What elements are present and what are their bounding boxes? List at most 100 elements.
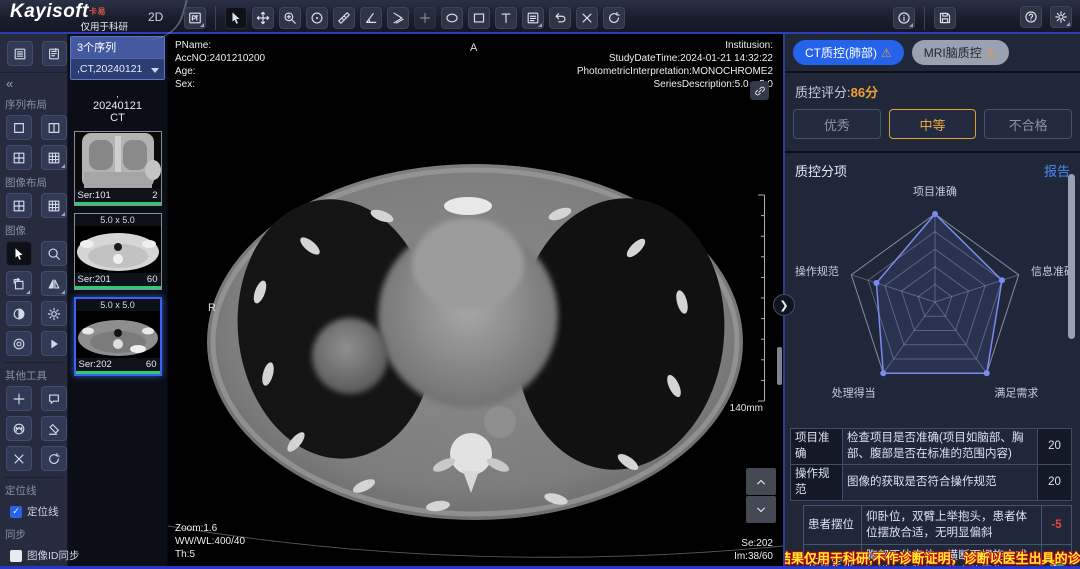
tool-2d-layout[interactable] (184, 7, 206, 29)
scale-ruler (756, 194, 766, 402)
layout-3x3-icon[interactable] (41, 145, 67, 170)
scroll-up-button[interactable] (746, 468, 776, 495)
checkbox-localizer[interactable]: ✓ 定位线 (0, 501, 67, 522)
settings-gear-button[interactable] (1050, 6, 1072, 28)
brightness-icon[interactable] (41, 301, 67, 326)
series-count: 3个序列 (71, 37, 164, 58)
scroll-down-button[interactable] (746, 496, 776, 523)
help-button[interactable] (1020, 6, 1042, 28)
load-progress-bar (76, 371, 160, 374)
play-icon[interactable] (41, 331, 67, 356)
reset-icon[interactable] (41, 446, 67, 471)
layout-1-icon[interactable] (6, 115, 32, 140)
tool-rectangle[interactable] (468, 7, 490, 29)
panel-expand-handle[interactable]: ❯ (773, 294, 795, 316)
rotate-icon[interactable] (6, 271, 32, 296)
overlay-zoom-window: Zoom:1.6 WW/WL:400/40 Th:5 (175, 522, 245, 561)
grade-buttons: 优秀 中等 不合格 (785, 101, 1080, 151)
layout-2x2-icon[interactable] (6, 193, 32, 218)
dicom-qc-app: Kayisoft卡易 仅用于科研 2D (0, 0, 1080, 569)
orientation-marker-anterior: A (470, 42, 477, 55)
tab-mri-qc[interactable]: MRI脑质控 ⚠ (912, 40, 1009, 65)
series-panel-icon[interactable] (7, 41, 33, 66)
report-link[interactable]: 报告 (1044, 161, 1070, 180)
save-button[interactable] (934, 7, 956, 29)
image-layout-grid (0, 193, 67, 218)
tool-ellipse[interactable] (441, 7, 463, 29)
warning-icon: ⚠ (986, 47, 997, 59)
brand-suffix: 卡易 (89, 7, 106, 16)
thumbnail-header: 5.0 x 5.0 (75, 214, 161, 226)
invert-icon[interactable] (6, 301, 32, 326)
qc-subscores-header: 质控分项 报告 (785, 153, 1080, 180)
svg-text:项目准确: 项目准确 (913, 185, 957, 198)
axial-thumbnail-image (75, 226, 161, 273)
stamp-icon[interactable] (6, 416, 32, 441)
tool-angle[interactable] (360, 7, 382, 29)
tool-undo[interactable] (549, 7, 571, 29)
tool-pointer[interactable] (225, 7, 247, 29)
tool-zoom-in[interactable] (279, 7, 301, 29)
tool-ruler[interactable] (333, 7, 355, 29)
tool-pan[interactable] (252, 7, 274, 29)
scale-label: 140mm (730, 403, 763, 414)
tool-reset[interactable] (603, 7, 625, 29)
tab-ct-qc[interactable]: CT质控(肺部) ⚠ (793, 40, 904, 65)
report-panel-icon[interactable] (42, 41, 68, 66)
checkbox-icon[interactable]: ✓ (10, 550, 22, 562)
section-title-other-tools: 其他工具 (0, 363, 67, 386)
series-thumbnail-202[interactable]: 5.0 x 5.0 Ser:202 60 (74, 297, 162, 376)
section-title: 质控分项 (795, 161, 847, 180)
tool-cobb-angle[interactable] (387, 7, 409, 29)
layout-3x3-icon[interactable] (41, 193, 67, 218)
grade-fail-button[interactable]: 不合格 (984, 109, 1072, 139)
target-icon[interactable] (6, 331, 32, 356)
checkbox-icon[interactable]: ✓ (10, 506, 22, 518)
sidebar-collapse-toggle[interactable]: « (0, 73, 67, 92)
info-button[interactable] (893, 7, 915, 29)
stack-scrollbar-thumb[interactable] (777, 347, 782, 385)
mode-label: 2D (148, 10, 163, 24)
series-number: Ser:201 (78, 274, 111, 285)
tool-image-annotation[interactable] (522, 7, 544, 29)
series-thumbnail-201[interactable]: 5.0 x 5.0 Ser:201 60 (74, 213, 162, 290)
svg-text:处理得当: 处理得当 (832, 386, 876, 400)
pointer-icon[interactable] (6, 241, 32, 266)
series-panel: 3个序列 ,CT,20240121 , 20240121 CT Ser:10 (68, 34, 168, 569)
tool-delete[interactable] (576, 7, 598, 29)
section-title-series-layout: 序列布局 (0, 92, 67, 115)
clear-icon[interactable] (6, 446, 32, 471)
scout-thumbnail-image (75, 132, 161, 189)
qc-tabs: CT质控(肺部) ⚠ MRI脑质控 ⚠ (785, 34, 1080, 73)
study-dropdown[interactable]: ,CT,20240121 (71, 58, 164, 79)
tool-text[interactable] (495, 7, 517, 29)
layout-1x2-icon[interactable] (41, 115, 67, 140)
section-title-image-layout: 图像布局 (0, 170, 67, 193)
qc-panel: ❯ CT质控(肺部) ⚠ MRI脑质控 ⚠ 质控评分:86分 优秀 中等 不合格… (783, 34, 1080, 569)
radar-chart-svg: 项目准确信息准确满足需求处理得当操作规范 (785, 180, 1080, 426)
thumbnail-header: 5.0 x 5.0 (76, 299, 160, 311)
tool-circle-dot[interactable] (306, 7, 328, 29)
image-viewport[interactable]: PName: AccNO:2401210200 Age: Sex: Instit… (168, 34, 783, 569)
comment-icon[interactable] (41, 386, 67, 411)
toolbar-tools (184, 6, 625, 30)
checkbox-image-id-sync[interactable]: ✓ 图像ID同步 (0, 545, 67, 566)
image-count: 60 (146, 359, 157, 370)
layout-2x2-icon[interactable] (6, 145, 32, 170)
panel-scrollbar-thumb[interactable] (1068, 174, 1075, 339)
tool-crosshair[interactable] (414, 7, 436, 29)
table-row: 操作规范 图像的获取是否符合操作规范 20 (791, 465, 1072, 501)
radar-chart: 项目准确信息准确满足需求处理得当操作规范 (785, 180, 1080, 426)
crosshair-icon[interactable] (6, 386, 32, 411)
magnifier-icon[interactable] (41, 241, 67, 266)
grade-medium-button[interactable]: 中等 (889, 109, 977, 139)
section-title-image: 图像 (0, 218, 67, 241)
svg-text:满足需求: 满足需求 (994, 387, 1038, 400)
series-thumbnail-101[interactable]: Ser:101 2 (74, 131, 162, 206)
link-icon[interactable] (750, 81, 769, 100)
grade-excellent-button[interactable]: 优秀 (793, 109, 881, 139)
flip-horizontal-icon[interactable] (41, 271, 67, 296)
sidebar-top-icons (0, 34, 67, 73)
eraser-icon[interactable] (41, 416, 67, 441)
ct-axial-image (168, 34, 783, 569)
